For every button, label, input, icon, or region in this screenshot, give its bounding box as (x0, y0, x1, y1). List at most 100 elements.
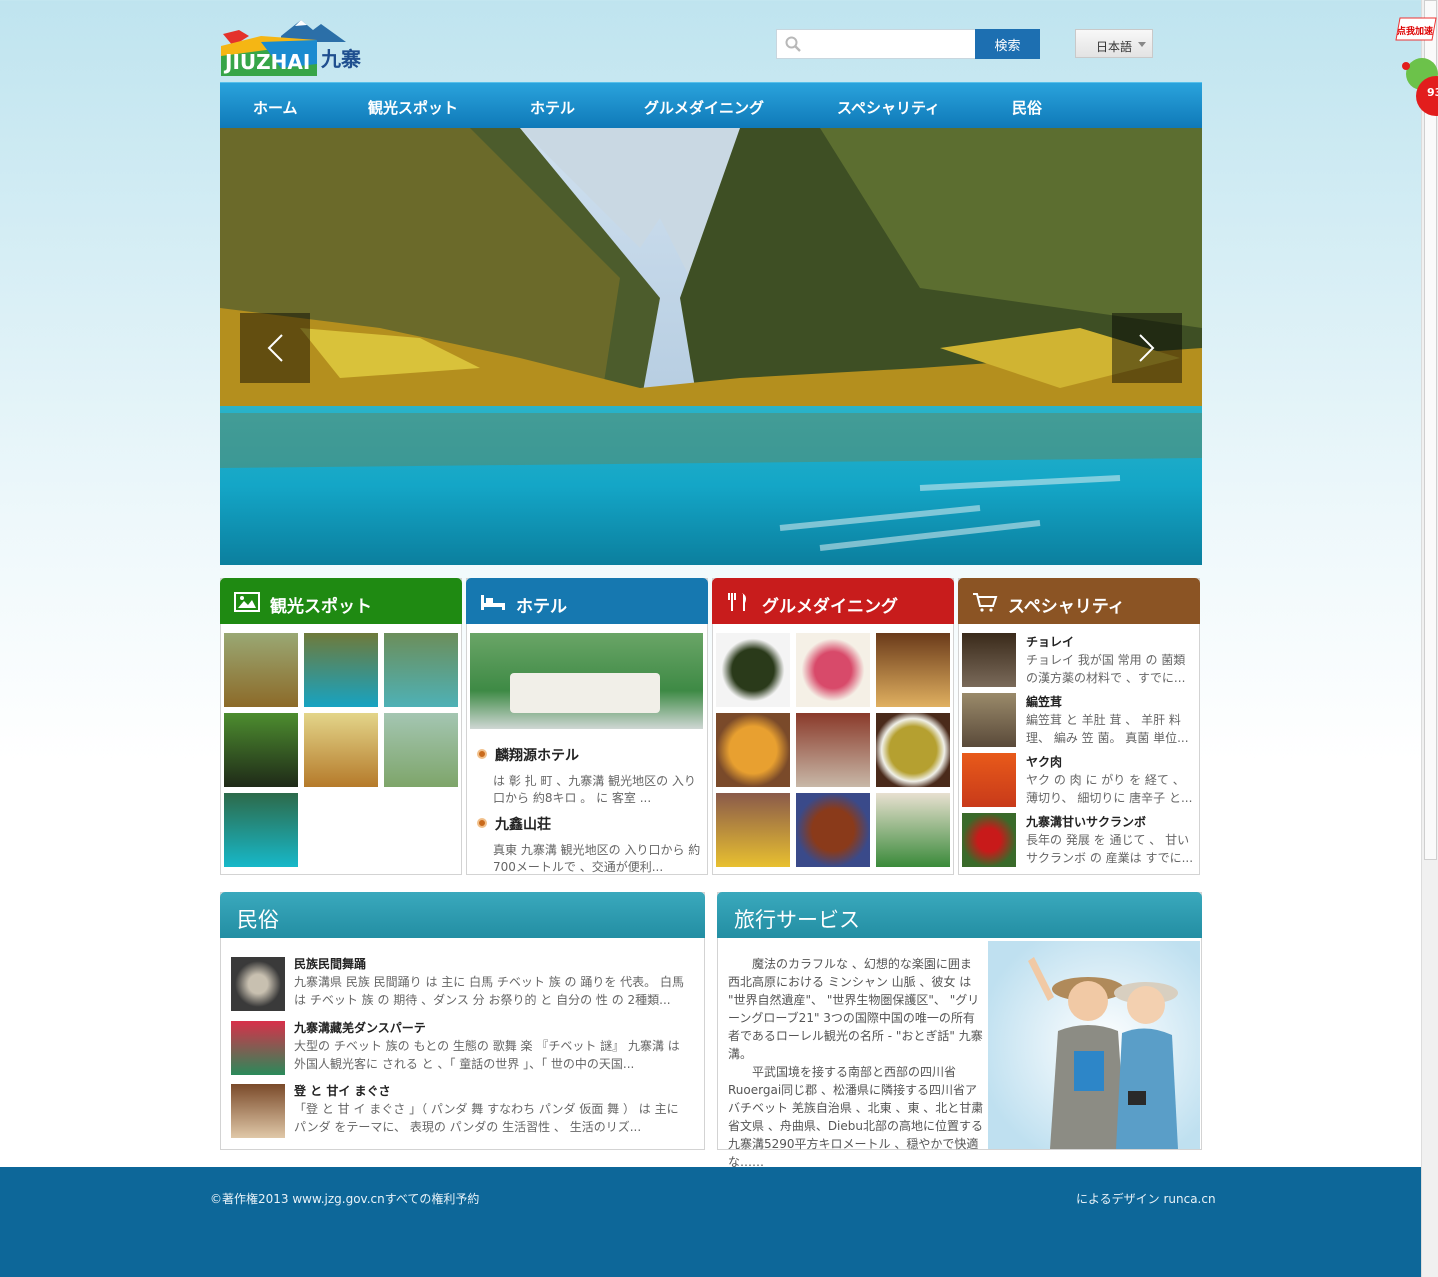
folk-item[interactable]: 登 と 甘イ まぐさ 「登 と 甘 イ まぐさ 」（ パンダ 舞 すなわち パン… (231, 1082, 693, 1138)
folk-name[interactable]: 登 と 甘イ まぐさ (294, 1082, 391, 1099)
copyright-text: ©著作権2013 www.jzg.gov.cnすべての権利予約 (210, 1192, 480, 1206)
logo-text: JIUZHAI (223, 50, 310, 74)
main-nav: ホーム 観光スポット ホテル グルメダイニング スペシャリティ 民俗 (220, 82, 1202, 128)
travel-header[interactable]: 旅行サービス (717, 892, 1202, 938)
gourmet-panel: グルメダイニング (712, 578, 954, 875)
bed-icon (481, 595, 505, 610)
hotel-image[interactable] (470, 633, 703, 729)
specialty-title: スペシャリティ (1008, 597, 1125, 617)
widget-count: 93 (1427, 86, 1438, 99)
folk-name[interactable]: 九寨溝藏羌ダンスパーテ (294, 1019, 426, 1036)
specialty-thumb[interactable] (962, 813, 1016, 867)
hotel-desc: 真東 九寨溝 観光地区の 入り口から 約700メートルで 、交通が便利... (493, 843, 701, 874)
slider-next-button[interactable] (1112, 313, 1182, 383)
search-input[interactable] (809, 34, 969, 54)
sightseeing-thumb[interactable] (304, 713, 378, 787)
gourmet-thumb[interactable] (796, 633, 870, 707)
folk-thumb[interactable] (231, 1084, 285, 1138)
hotel-item[interactable]: 麟翔源ホテル は 彰 扎 町 、九寨溝 観光地区の 入り口から 約8キロ 。 に… (477, 745, 705, 807)
sightseeing-header[interactable]: 観光スポット (220, 578, 462, 624)
hotel-desc: は 彰 扎 町 、九寨溝 観光地区の 入り口から 約8キロ 。 に 客室 ... (493, 774, 696, 805)
site-footer: ©著作権2013 www.jzg.gov.cnすべての権利予約 によるデザイン … (0, 1167, 1421, 1277)
svg-text:九寨: 九寨 (320, 47, 361, 71)
slider-prev-button[interactable] (240, 313, 310, 383)
chevron-left-icon (267, 334, 283, 362)
sightseeing-thumb[interactable] (224, 793, 298, 867)
folk-item[interactable]: 九寨溝藏羌ダンスパーテ 大型の チベット 族の もとの 生態の 歌舞 楽 『チベ… (231, 1019, 693, 1075)
gourmet-thumb[interactable] (716, 713, 790, 787)
gourmet-thumb[interactable] (876, 633, 950, 707)
travel-text: 魔法のカラフルな 、幻想的な楽園に囲ま 西北高原における ミンシャン 山脈 、彼… (728, 955, 984, 1171)
designer-credit-link[interactable]: によるデザイン runca.cn (1076, 1190, 1216, 1207)
chevron-down-icon (1138, 42, 1146, 47)
travel-box: 旅行サービス 魔法のカラフルな 、幻想的な楽園に囲ま 西北高原における ミンシャ… (717, 892, 1202, 1169)
specialty-name[interactable]: 九寨溝甘いサクランボ (1026, 813, 1146, 830)
speedup-widget[interactable]: 点我加速 93 (1392, 14, 1438, 124)
search-button[interactable]: 検索 (975, 29, 1040, 59)
site-logo[interactable]: JIUZHAI 九寨 (221, 16, 371, 78)
gourmet-thumb[interactable] (796, 793, 870, 867)
nav-home[interactable]: ホーム (253, 97, 298, 118)
specialty-item[interactable]: ヤク肉 ヤク の 肉 に がり を 経て 、 薄切り、 細切りに 唐辛子 と..… (962, 751, 1194, 809)
specialty-thumb[interactable] (962, 633, 1016, 687)
hotel-name[interactable]: 麟翔源ホテル (495, 748, 579, 764)
travelers-image (988, 941, 1200, 1149)
gourmet-thumb[interactable] (876, 713, 950, 787)
folk-item[interactable]: 民族民間舞踊 九寨溝県 民族 民間踊り は 主に 白馬 チベット 族 の 踊りを… (231, 955, 693, 1011)
cart-icon (973, 593, 998, 612)
hotel-title: ホテル (516, 597, 567, 617)
search-box (776, 29, 976, 59)
nav-sightseeing[interactable]: 観光スポット (368, 97, 458, 118)
travel-paragraph: 魔法のカラフルな 、幻想的な楽園に囲ま 西北高原における ミンシャン 山脈 、彼… (728, 957, 983, 1061)
nav-folk[interactable]: 民俗 (1012, 97, 1042, 118)
language-label: 日本語 (1096, 40, 1133, 54)
folk-header[interactable]: 民俗 (220, 892, 705, 938)
sightseeing-panel: 観光スポット (220, 578, 462, 875)
hotel-name[interactable]: 九鑫山荘 (495, 817, 551, 833)
specialty-item[interactable]: 九寨溝甘いサクランボ 長年の 発展 を 通じて 、 甘い サクランボ の 産業は… (962, 811, 1194, 869)
specialty-panel: スペシャリティ チョレイ チョレイ 我が国 常用 の 菌類の漢方薬の材料で 、す… (958, 578, 1200, 875)
specialty-thumb[interactable] (962, 693, 1016, 747)
nav-hotel[interactable]: ホテル (530, 97, 575, 118)
language-select[interactable]: 日本語 (1075, 29, 1153, 58)
sightseeing-title: 観光スポット (270, 597, 372, 617)
sightseeing-thumb[interactable] (224, 713, 298, 787)
sightseeing-thumb[interactable] (384, 633, 458, 707)
hero-slider (220, 128, 1202, 565)
bullet-icon (477, 749, 487, 759)
specialty-item[interactable]: チョレイ チョレイ 我が国 常用 の 菌類の漢方薬の材料で 、すでに... (962, 631, 1194, 689)
fork-knife-icon (728, 593, 746, 611)
specialty-desc: 編笠茸 と 羊肚 茸 、 羊肝 料理、 編み 笠 菌。 真菌 単位... (1026, 713, 1189, 745)
gourmet-thumb[interactable] (876, 793, 950, 867)
vertical-scrollbar[interactable] (1421, 0, 1438, 1277)
gourmet-thumb[interactable] (796, 713, 870, 787)
hero-image (220, 128, 1202, 565)
hotel-panel: ホテル 麟翔源ホテル は 彰 扎 町 、九寨溝 観光地区の 入り口から 約8キロ… (466, 578, 708, 875)
specialty-thumb[interactable] (962, 753, 1016, 807)
gourmet-header[interactable]: グルメダイニング (712, 578, 954, 624)
nav-gourmet[interactable]: グルメダイニング (644, 97, 764, 118)
specialty-name[interactable]: 編笠茸 (1026, 693, 1062, 710)
folk-desc: 九寨溝県 民族 民間踊り は 主に 白馬 チベット 族 の 踊りを 代表。 白馬… (294, 975, 684, 1007)
specialty-desc: 長年の 発展 を 通じて 、 甘い サクランボ の 産業は すでに... (1026, 833, 1194, 865)
hotel-item[interactable]: 九鑫山荘 真東 九寨溝 観光地区の 入り口から 約700メートルで 、交通が便利… (477, 814, 705, 876)
sightseeing-thumb[interactable] (384, 713, 458, 787)
specialty-item[interactable]: 編笠茸 編笠茸 と 羊肚 茸 、 羊肝 料理、 編み 笠 菌。 真菌 単位... (962, 691, 1194, 749)
hotel-header[interactable]: ホテル (466, 578, 708, 624)
gourmet-thumb[interactable] (716, 633, 790, 707)
sightseeing-thumb[interactable] (304, 633, 378, 707)
search-icon (785, 36, 801, 52)
sightseeing-thumb[interactable] (224, 633, 298, 707)
specialty-header[interactable]: スペシャリティ (958, 578, 1200, 624)
folk-thumb[interactable] (231, 957, 285, 1011)
specialty-name[interactable]: チョレイ (1026, 633, 1074, 650)
gourmet-title: グルメダイニング (762, 597, 898, 617)
specialty-name[interactable]: ヤク肉 (1026, 753, 1062, 770)
folk-desc: 「登 と 甘 イ まぐさ 」（ パンダ 舞 すなわち パンダ 仮面 舞 ） は … (294, 1102, 679, 1134)
folk-thumb[interactable] (231, 1021, 285, 1075)
folk-name[interactable]: 民族民間舞踊 (294, 955, 366, 972)
gourmet-thumb[interactable] (716, 793, 790, 867)
specialty-desc: ヤク の 肉 に がり を 経て 、 薄切り、 細切りに 唐辛子 と... (1026, 773, 1193, 805)
scrollbar-thumb[interactable] (1424, 0, 1437, 860)
nav-specialty[interactable]: スペシャリティ (837, 97, 940, 118)
